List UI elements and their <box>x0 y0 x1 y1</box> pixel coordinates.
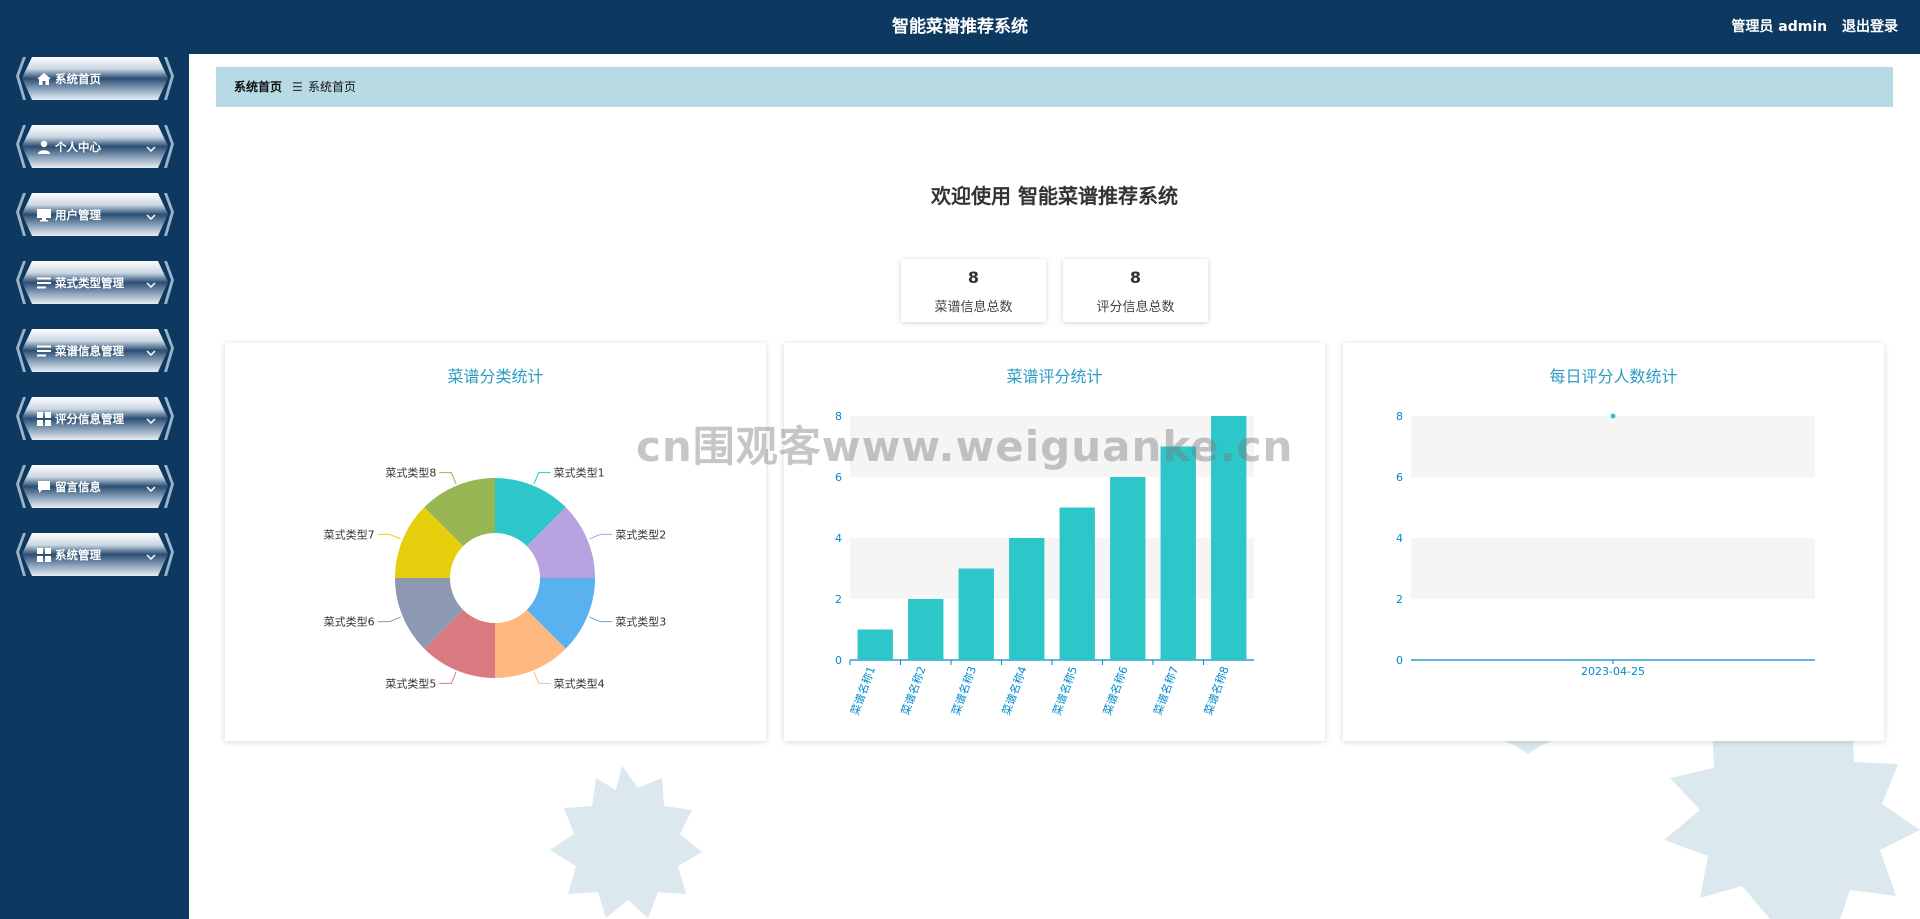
x-tick-label: 2023-04-25 <box>1581 665 1645 678</box>
chevron-down-icon <box>146 343 156 357</box>
pie-slice-label: 菜式类型2 <box>615 527 666 541</box>
chevron-down-icon <box>146 547 156 561</box>
sidebar-item-label: 个人中心 <box>55 140 101 154</box>
monitor-icon <box>36 207 52 223</box>
pie-slice-label: 菜式类型6 <box>324 615 375 629</box>
logout-link[interactable]: 退出登录 <box>1842 19 1898 35</box>
bar[interactable] <box>908 599 944 660</box>
bar[interactable] <box>1110 477 1146 660</box>
sidebar-item-home[interactable]: 系统首页 <box>14 54 176 104</box>
sidebar: 系统首页个人中心用户管理菜式类型管理 菜谱信息管理 评分信息管理 留言信息系统管理 <box>0 0 189 919</box>
y-tick-label: 0 <box>1396 654 1403 667</box>
sidebar-item-label: 用户管理 <box>55 208 101 222</box>
stat-card-ratings: 8 评分信息总数 <box>1063 259 1208 322</box>
stat-card-recipes: 8 菜谱信息总数 <box>901 259 1046 322</box>
sidebar-item-label: 菜式类型管理 <box>55 276 124 290</box>
pie-slice-label: 菜式类型4 <box>554 676 605 690</box>
stat-label: 评分信息总数 <box>1096 300 1175 315</box>
chevron-down-icon <box>146 207 156 221</box>
bar[interactable] <box>1059 507 1095 661</box>
header-user-area: 管理员 admin 退出登录 <box>1721 0 1898 54</box>
bar[interactable] <box>958 568 994 661</box>
pie-label-line <box>439 672 457 684</box>
sidebar-item-message[interactable]: 留言信息 <box>14 462 176 512</box>
pie-label-line <box>589 533 613 540</box>
bar-chart: 02468菜谱名称1 菜谱名称2 菜谱名称3 菜谱名称4 菜谱名称5 菜谱名称6 菜谱名称7… <box>835 410 1254 717</box>
pie-label-line <box>533 472 551 484</box>
y-tick-label: 2 <box>1396 593 1403 606</box>
sidebar-item-dish-type-management[interactable]: 菜式类型管理 <box>14 258 176 308</box>
grid-icon <box>36 547 52 563</box>
pie-slice-label: 菜式类型1 <box>554 466 605 480</box>
bar[interactable] <box>1160 446 1196 661</box>
x-tick-label: 菜谱名称2 <box>898 664 929 717</box>
welcome-heading: 欢迎使用 智能菜谱推荐系统 <box>931 184 1178 208</box>
y-tick-label: 2 <box>835 593 842 606</box>
pie-chart-card: 菜谱分类统计 菜式类型1 菜式类型2 菜式类型3 菜式类型4 菜式类型5 菜式类型6 菜式类… <box>225 343 766 741</box>
sidebar-item-label: 系统管理 <box>55 548 101 562</box>
grid-band <box>1411 538 1815 599</box>
sidebar-item-label: 留言信息 <box>55 480 101 494</box>
y-tick-label: 8 <box>1396 410 1403 423</box>
list-icon <box>36 343 52 359</box>
x-tick-label: 菜谱名称4 <box>999 664 1030 717</box>
watermark: cn围观客www.weiguanke.cn <box>636 422 1294 471</box>
app-title: 智能菜谱推荐系统 <box>892 17 1028 37</box>
bar[interactable] <box>857 629 893 661</box>
sidebar-item-user-management[interactable]: 用户管理 <box>14 190 176 240</box>
sidebar-item-label: 菜谱信息管理 <box>55 344 124 358</box>
data-point[interactable] <box>1610 413 1616 419</box>
y-tick-label: 4 <box>1396 532 1403 545</box>
home-icon <box>36 71 52 87</box>
chevron-down-icon <box>146 411 156 425</box>
grid-band <box>1411 416 1815 477</box>
pie-label-line <box>377 616 401 623</box>
list-icon <box>36 275 52 291</box>
breadcrumb-current: 系统首页 <box>308 80 357 94</box>
pie-slice-label: 菜式类型7 <box>324 527 375 541</box>
message-icon <box>36 479 52 495</box>
top-header: 智能菜谱推荐系统 管理员 admin 退出登录 <box>0 0 1920 54</box>
breadcrumb-separator-icon: ☰ <box>292 80 303 94</box>
user-icon <box>36 139 52 155</box>
x-tick-label: 菜谱名称5 <box>1049 664 1080 717</box>
sidebar-item-recipe-management[interactable]: 菜谱信息管理 <box>14 326 176 376</box>
pie-label-line <box>439 472 457 484</box>
decorative-star-shape <box>550 766 702 918</box>
sidebar-item-personal-center[interactable]: 个人中心 <box>14 122 176 172</box>
sidebar-item-label: 系统首页 <box>55 72 101 86</box>
x-tick-label: 菜谱名称7 <box>1150 664 1181 717</box>
chevron-down-icon <box>146 139 156 153</box>
chevron-down-icon <box>146 479 156 493</box>
pie-label-line <box>589 616 613 623</box>
y-tick-label: 6 <box>1396 471 1403 484</box>
pie-chart: 菜式类型1 菜式类型2 菜式类型3 菜式类型4 菜式类型5 菜式类型6 菜式类型7 菜式类型8 <box>324 466 667 691</box>
chevron-down-icon <box>146 275 156 289</box>
bar-chart-card: 菜谱评分统计 0 2 4 6 8 菜谱名称1 菜谱名称2 菜谱名称3 菜谱名称4 菜谱名称5 菜谱名… <box>784 343 1325 741</box>
bar[interactable] <box>1009 538 1045 660</box>
daily-rating-chart: 0 2 4 6 8 2023-04-25 <box>1396 410 1815 678</box>
line-chart-card: 每日评分人数统计 0 2 4 6 8 2023-04-25 <box>1343 343 1884 741</box>
y-tick-label: 4 <box>835 532 842 545</box>
x-tick-label: 菜谱名称1 <box>847 664 878 717</box>
stat-label: 菜谱信息总数 <box>934 300 1013 315</box>
breadcrumb: 系统首页 ☰ 系统首页 <box>216 67 1893 107</box>
x-tick-label: 菜谱名称8 <box>1201 664 1232 717</box>
sidebar-item-rating-management[interactable]: 评分信息管理 <box>14 394 176 444</box>
sidebar-item-system-management[interactable]: 系统管理 <box>14 530 176 580</box>
stat-value: 8 <box>967 268 980 287</box>
pie-slice-label: 菜式类型3 <box>615 615 666 629</box>
stat-value: 8 <box>1129 268 1142 287</box>
pie-label-line <box>377 533 401 540</box>
sidebar-item-label: 评分信息管理 <box>55 412 124 426</box>
y-tick-label: 0 <box>835 654 842 667</box>
pie-slice-label: 菜式类型5 <box>385 676 436 690</box>
grid-icon <box>36 411 52 427</box>
x-tick-label: 菜谱名称3 <box>948 664 979 717</box>
current-user-label: 管理员 admin <box>1731 19 1828 35</box>
pie-label-line <box>533 672 551 684</box>
pie-slice-label: 菜式类型8 <box>385 466 436 480</box>
breadcrumb-root[interactable]: 系统首页 <box>234 67 282 107</box>
x-tick-label: 菜谱名称6 <box>1100 664 1131 717</box>
